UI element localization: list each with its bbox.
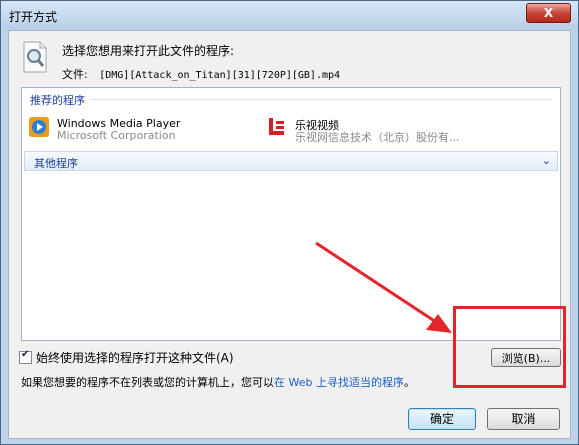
program-item-letv[interactable]: 乐视视频 乐视网信息技术（北京）股份有...: [266, 116, 546, 146]
hint-suffix: 。: [403, 376, 415, 389]
file-name: [DMG][Attack_on_Titan][31][720P][GB].mp4: [99, 70, 341, 81]
always-use-option[interactable]: ✔ 始终使用选择的程序打开这种文件(A): [19, 349, 234, 366]
file-label: 文件:: [62, 68, 88, 81]
file-name-row: 文件: [DMG][Attack_on_Titan][31][720P][GB]…: [62, 66, 340, 82]
hint-prefix: 如果您想要的程序不在列表或您的计算机上，您可以: [21, 376, 274, 389]
group-divider: [90, 99, 552, 100]
program-publisher: Microsoft Corporation: [57, 129, 176, 142]
program-item-windows-media-player[interactable]: Windows Media Player Microsoft Corporati…: [28, 116, 248, 146]
media-player-icon: [29, 117, 49, 137]
file-search-icon: [23, 41, 47, 73]
always-use-checkbox[interactable]: ✔: [19, 349, 32, 364]
find-program-on-web-link[interactable]: 在 Web 上寻找适当的程序: [274, 376, 404, 389]
recommended-group-header[interactable]: 推荐的程序: [30, 92, 85, 108]
other-programs-header[interactable]: 其他程序 ⌄: [24, 151, 558, 171]
window-title: 打开方式: [9, 10, 58, 24]
prompt-text: 选择您想用来打开此文件的程序:: [62, 44, 235, 58]
program-list[interactable]: 推荐的程序 Windows Media Player Microsoft Cor…: [21, 87, 561, 341]
ok-button[interactable]: 确定: [408, 408, 476, 430]
program-publisher: 乐视网信息技术（北京）股份有...: [295, 131, 460, 144]
annotation-highlight-box: [453, 306, 566, 388]
always-use-label: 始终使用选择的程序打开这种文件(A): [36, 351, 234, 365]
title-bar[interactable]: 打开方式 X: [1, 1, 578, 30]
other-programs-label: 其他程序: [34, 157, 78, 170]
chevron-down-icon[interactable]: ⌄: [542, 154, 551, 167]
letv-icon: [269, 118, 284, 135]
checkmark-icon: ✔: [21, 349, 30, 360]
cancel-button[interactable]: 取消: [487, 408, 560, 430]
hint-text: 如果您想要的程序不在列表或您的计算机上，您可以在 Web 上寻找适当的程序。: [21, 374, 415, 390]
close-button[interactable]: X: [526, 3, 571, 23]
